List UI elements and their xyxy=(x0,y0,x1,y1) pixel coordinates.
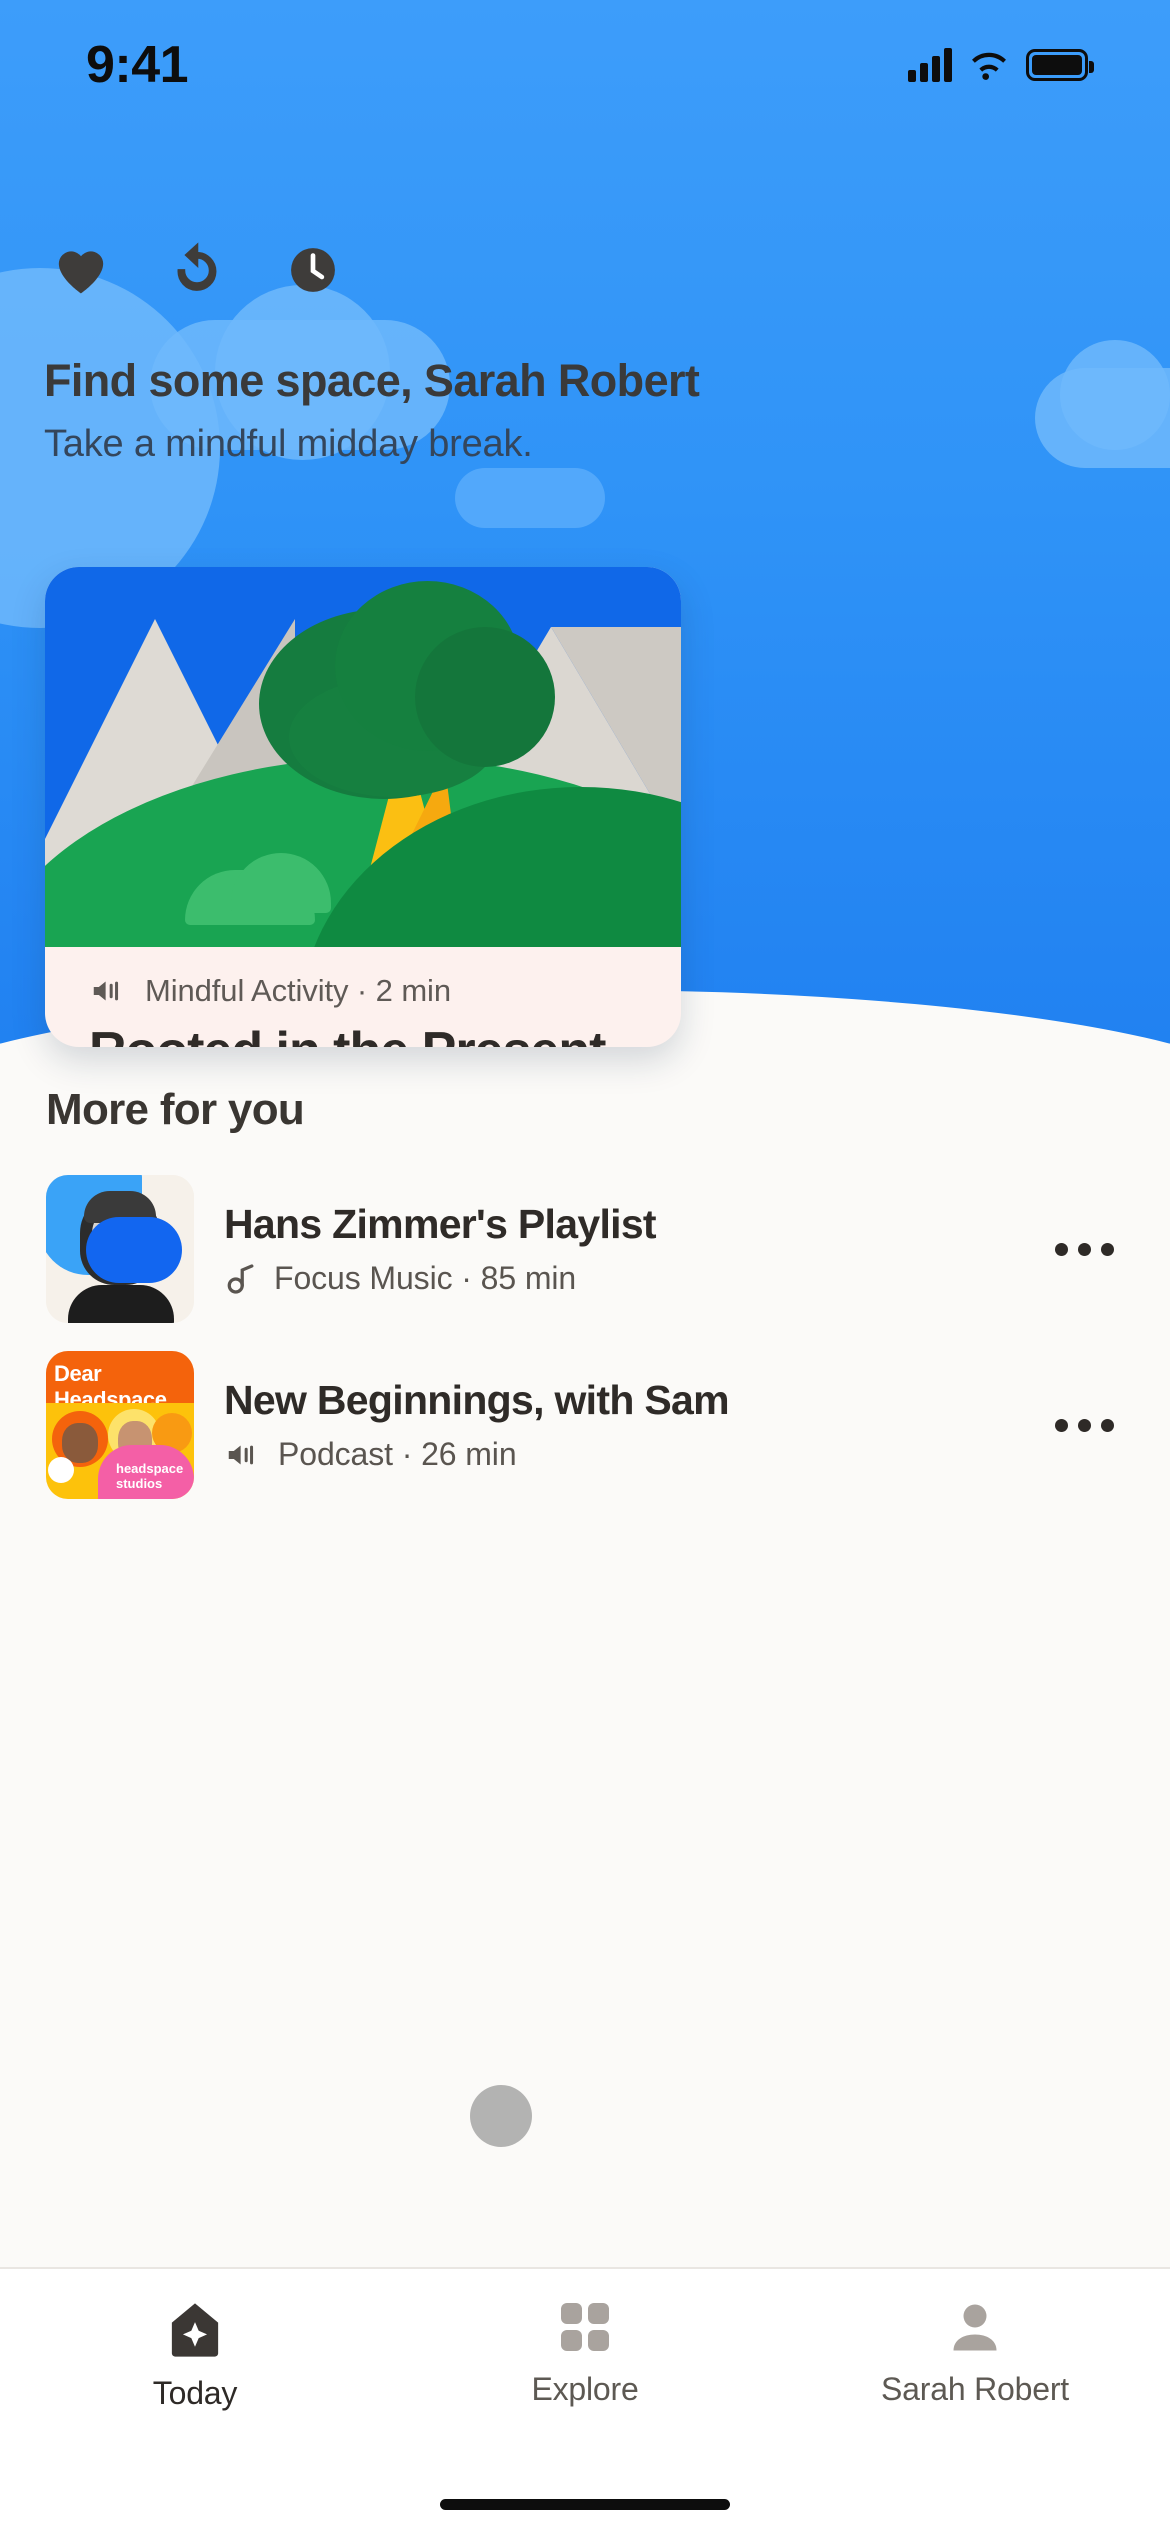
featured-artwork xyxy=(45,567,681,947)
wifi-icon xyxy=(972,52,1006,80)
battery-full-icon xyxy=(1026,49,1094,81)
favorites-button[interactable] xyxy=(46,235,116,305)
featured-card-body: Mindful Activity · 2 min Rooted in the P… xyxy=(45,947,681,1047)
home-sparkle-icon xyxy=(171,2303,219,2357)
list-item-meta-text: Podcast · 26 min xyxy=(278,1436,517,1472)
bottom-tab-bar: Today Explore Sarah Robert xyxy=(0,2267,1170,2532)
tab-label-today: Today xyxy=(152,2375,238,2411)
tab-explore[interactable]: Explore xyxy=(392,2297,778,2408)
cellular-signal-icon xyxy=(908,48,952,82)
hans-zimmer-thumbnail xyxy=(46,1175,194,1323)
clock-icon xyxy=(291,248,335,292)
list-item-title: New Beginnings, with Sam xyxy=(224,1377,730,1423)
speaker-wave-icon xyxy=(228,1445,254,1464)
cursor-blob-overlay xyxy=(470,2085,532,2147)
tab-profile[interactable]: Sarah Robert xyxy=(782,2297,1168,2408)
page-subtitle: Take a mindful midday break. xyxy=(44,422,533,465)
tree-foliage-shape xyxy=(415,627,555,767)
person-icon xyxy=(953,2304,997,2351)
greeting-block: Find some space, Sarah Robert Take a min… xyxy=(44,355,1126,466)
more-horizontal-icon[interactable] xyxy=(1038,1379,1130,1471)
history-button[interactable] xyxy=(162,235,232,305)
featured-content-card[interactable]: Mindful Activity · 2 min Rooted in the P… xyxy=(45,567,681,1047)
list-item-meta: Focus Music · 85 min xyxy=(224,1260,1008,1297)
headspace-today-screen: 9:41 Find some space, Sarah Robert Take … xyxy=(0,0,1170,2532)
section-title: More for you xyxy=(46,1085,305,1134)
list-item[interactable]: Hans Zimmer's Playlist Focus Music · 85 … xyxy=(0,1161,1170,1337)
more-horizontal-icon[interactable] xyxy=(1038,1203,1130,1295)
recommendation-list: Hans Zimmer's Playlist Focus Music · 85 … xyxy=(0,1161,1170,1513)
featured-title: Rooted in the Present xyxy=(89,1021,637,1047)
heart-filled-icon xyxy=(58,251,104,294)
status-time: 9:41 xyxy=(86,36,189,94)
restart-arrow-icon xyxy=(177,242,217,291)
tab-today[interactable]: Today xyxy=(2,2297,388,2412)
home-indicator xyxy=(440,2499,730,2510)
more-for-you-section: More for you Hans Zimmer's Playlist Focu… xyxy=(0,1085,1170,1513)
list-item-title: Hans Zimmer's Playlist xyxy=(224,1201,657,1247)
list-item-meta: Podcast · 26 min xyxy=(224,1436,1008,1473)
tab-label-explore: Explore xyxy=(531,2371,639,2407)
featured-meta-row: Mindful Activity · 2 min xyxy=(89,973,637,1009)
page-title: Find some space, Sarah Robert xyxy=(44,355,700,406)
featured-meta-text: Mindful Activity · 2 min xyxy=(145,973,451,1008)
speaker-wave-icon xyxy=(93,981,119,1001)
list-item-text: New Beginnings, with Sam Podcast · 26 mi… xyxy=(224,1377,1008,1473)
top-toolbar xyxy=(46,235,348,305)
tab-label-profile: Sarah Robert xyxy=(881,2371,1069,2407)
reminders-button[interactable] xyxy=(278,235,348,305)
dear-headspace-thumbnail: Dear Headspace headspace studios xyxy=(46,1351,194,1499)
cloud-shape xyxy=(455,468,605,528)
list-item-meta-text: Focus Music · 85 min xyxy=(274,1260,577,1296)
thumbnail-sublabel: headspace studios xyxy=(116,1461,184,1491)
music-note-icon xyxy=(227,1263,254,1294)
list-item-text: Hans Zimmer's Playlist Focus Music · 85 … xyxy=(224,1201,1008,1297)
grid-squares-icon xyxy=(561,2303,609,2351)
status-indicators xyxy=(908,48,1094,82)
status-bar: 9:41 xyxy=(0,0,1170,130)
list-item[interactable]: Dear Headspace headspace studios New Beg… xyxy=(0,1337,1170,1513)
